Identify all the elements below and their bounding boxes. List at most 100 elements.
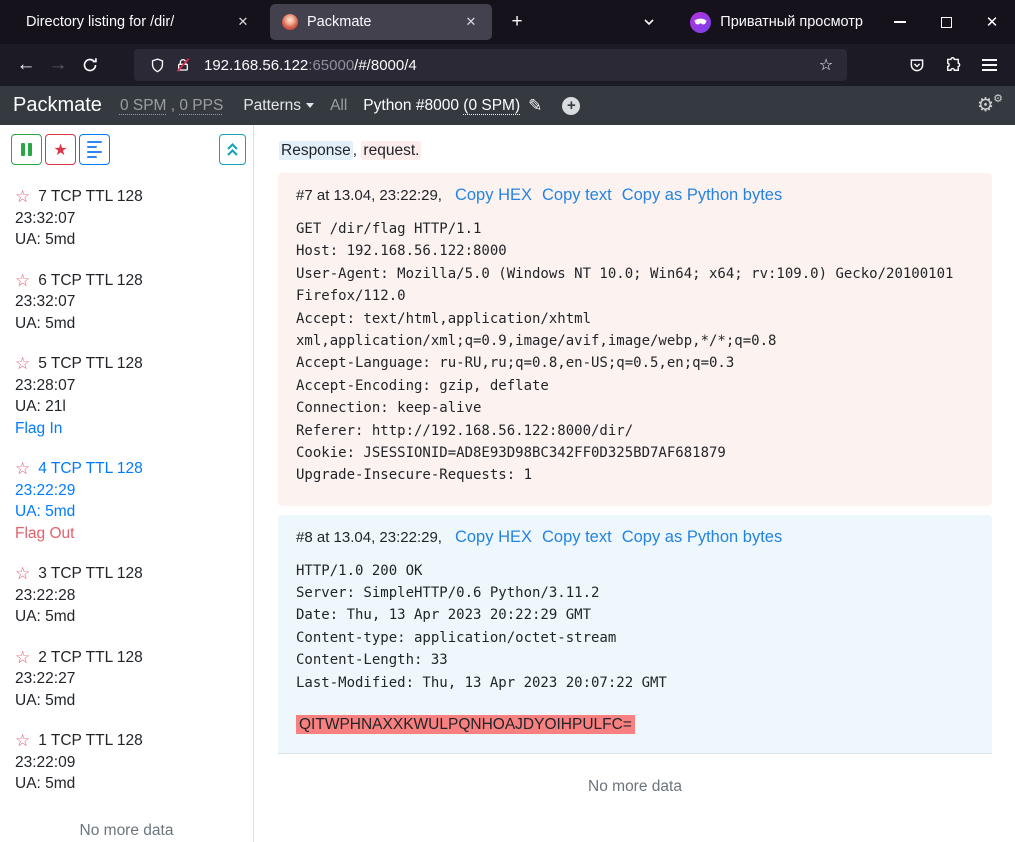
tab-close-icon[interactable]: ✕ [460,11,482,33]
minimize-icon [894,21,906,23]
add-service-button[interactable]: + [562,97,580,115]
tab-packmate[interactable]: Packmate ✕ [270,4,492,40]
pocket-button[interactable] [901,49,933,81]
hamburger-icon [982,59,997,71]
stream-item-5[interactable]: ☆5 TCP TTL 128 23:28:07 UA: 21l Flag In [0,345,253,450]
favorite-star-icon[interactable]: ☆ [15,188,30,205]
packet-card-request: #7 at 13.04, 23:22:29, Copy HEX Copy tex… [278,173,992,506]
list-all-tabs-button[interactable] [632,5,666,39]
stream-item-2[interactable]: ☆2 TCP TTL 128 23:22:27 UA: 5md [0,639,253,723]
stream-ua: UA: 5md [15,313,238,335]
minimize-button[interactable] [877,0,923,44]
reload-button[interactable] [74,49,106,81]
extensions-button[interactable] [937,49,969,81]
stream-title: 7 TCP TTL 128 [38,186,143,208]
stream-detail-panel: Response, request. #7 at 13.04, 23:22:29… [254,125,1015,842]
url-port: :65000 [308,57,354,74]
copy-hex-link[interactable]: Copy HEX [455,186,532,205]
patterns-dropdown[interactable]: Patterns [243,97,314,115]
stream-title: 2 TCP TTL 128 [38,647,143,669]
packet-color-legend: Response, request. [279,142,992,160]
sidebar-no-more-data: No more data [0,822,253,840]
tab-title: Packmate [307,14,371,30]
flag-line: QITWPHNAXXKWULPQNHOAJDYOIHPULFC= [296,716,974,734]
tracking-protection-shield-icon[interactable] [144,52,170,78]
favorite-star-icon[interactable]: ☆ [15,460,30,477]
stream-item-6[interactable]: ☆ 6 TCP TTL 128 23:32:07 UA: 5md [0,262,253,346]
tab-title: Directory listing for /dir/ [26,14,174,30]
copy-python-bytes-link[interactable]: Copy as Python bytes [622,186,783,205]
chevron-down-icon [642,15,656,29]
angles-up-icon [226,142,239,157]
stream-title: 6 TCP TTL 128 [38,270,143,292]
service-current[interactable]: Python #8000 (0 SPM) [363,97,520,115]
favorite-star-icon[interactable]: ☆ [15,272,30,289]
legend-response: Response [279,141,353,160]
flag-highlight: QITWPHNAXXKWULPQNHOAJDYOIHPULFC= [296,715,635,734]
request-payload: GET /dir/flag HTTP/1.1 Host: 192.168.56.… [296,218,974,487]
url-host: 192.168.56.122 [204,57,308,74]
flag-in-link[interactable]: Flag In [15,418,238,440]
url-text[interactable]: 192.168.56.122:65000/#/8000/4 [204,57,417,74]
main-no-more-data: No more data [278,778,992,796]
maximize-button[interactable] [923,0,969,44]
back-button[interactable]: ← [10,49,42,81]
capture-stats: 0 SPM , 0 PPS [120,97,223,115]
stream-ua: UA: 5md [15,229,238,251]
stream-item-1[interactable]: ☆ 1 TCP TTL 128 23:22:09 UA: 5md [0,722,253,806]
stream-list-view-button[interactable] [79,134,110,165]
packet-header: #7 at 13.04, 23:22:29, Copy HEX Copy tex… [296,186,974,205]
settings-gears-icon[interactable]: ⚙⚙ [977,94,1002,117]
url-bar[interactable]: 192.168.56.122:65000/#/8000/4 ☆ [134,49,847,81]
bookmark-star-icon[interactable]: ☆ [813,55,839,75]
stream-item-3[interactable]: ☆3 TCP TTL 128 23:22:28 UA: 5md [0,555,253,639]
tab-close-icon[interactable]: ✕ [232,11,254,33]
copy-python-bytes-link[interactable]: Copy as Python bytes [622,528,783,547]
url-path: /#/8000/4 [354,57,417,74]
stream-title: 4 TCP TTL 128 [38,458,143,480]
packmate-favicon-icon [282,14,298,30]
favorite-star-icon[interactable]: ☆ [15,732,30,749]
maximize-icon [941,17,952,28]
service-all-link[interactable]: All [330,97,347,115]
stream-title: 1 TCP TTL 128 [38,730,143,752]
new-tab-button[interactable]: + [502,7,532,37]
copy-text-link[interactable]: Copy text [542,528,612,547]
stream-item-4-selected[interactable]: ☆ 4 TCP TTL 128 23:22:29 UA: 5md Flag Out [0,450,253,555]
tab-directory-listing[interactable]: Directory listing for /dir/ ✕ [8,4,264,40]
favorite-star-icon[interactable]: ☆ [15,565,30,582]
stream-ua: UA: 5md [15,773,238,795]
packet-card-response: #8 at 13.04, 23:22:29, Copy HEX Copy tex… [278,515,992,754]
pause-icon [21,143,32,156]
brand-packmate[interactable]: Packmate [13,94,102,117]
pause-capture-button[interactable] [11,134,42,165]
caret-down-icon [306,103,314,108]
stream-time: 23:22:29 [15,480,238,502]
favorite-star-icon[interactable]: ☆ [15,355,30,372]
pocket-icon [908,56,926,74]
reload-icon [82,57,98,73]
legend-request: request. [361,141,421,160]
copy-hex-link[interactable]: Copy HEX [455,528,532,547]
align-left-icon [87,141,102,159]
service-spm: (0 SPM) [463,97,520,114]
menu-button[interactable] [973,49,1005,81]
stream-time: 23:32:07 [15,291,238,313]
insecure-lock-icon[interactable] [170,52,196,78]
copy-text-link[interactable]: Copy text [542,186,612,205]
stream-title: 3 TCP TTL 128 [38,563,143,585]
forward-button[interactable]: → [42,49,74,81]
browser-toolbar: ← → 192.168.56.122:65000/#/8000/4 ☆ [0,44,1015,86]
flag-out-link[interactable]: Flag Out [15,523,238,545]
favorites-filter-button[interactable]: ★ [45,134,76,165]
content-area: ★ ☆ 7 TCP TTL 128 23:32:07 UA: 5md ☆ 6 TCP… [0,125,1015,842]
stream-item-7[interactable]: ☆ 7 TCP TTL 128 23:32:07 UA: 5md [0,178,253,262]
favorite-star-icon[interactable]: ☆ [15,649,30,666]
stream-time: 23:32:07 [15,208,238,230]
close-window-button[interactable]: ✕ [969,0,1015,44]
scroll-to-top-button[interactable] [219,134,246,165]
browser-window: Directory listing for /dir/ ✕ Packmate ✕… [0,0,1015,842]
stream-ua: UA: 5md [15,501,238,523]
edit-service-icon[interactable]: ✎ [528,96,542,116]
stream-time: 23:22:09 [15,752,238,774]
